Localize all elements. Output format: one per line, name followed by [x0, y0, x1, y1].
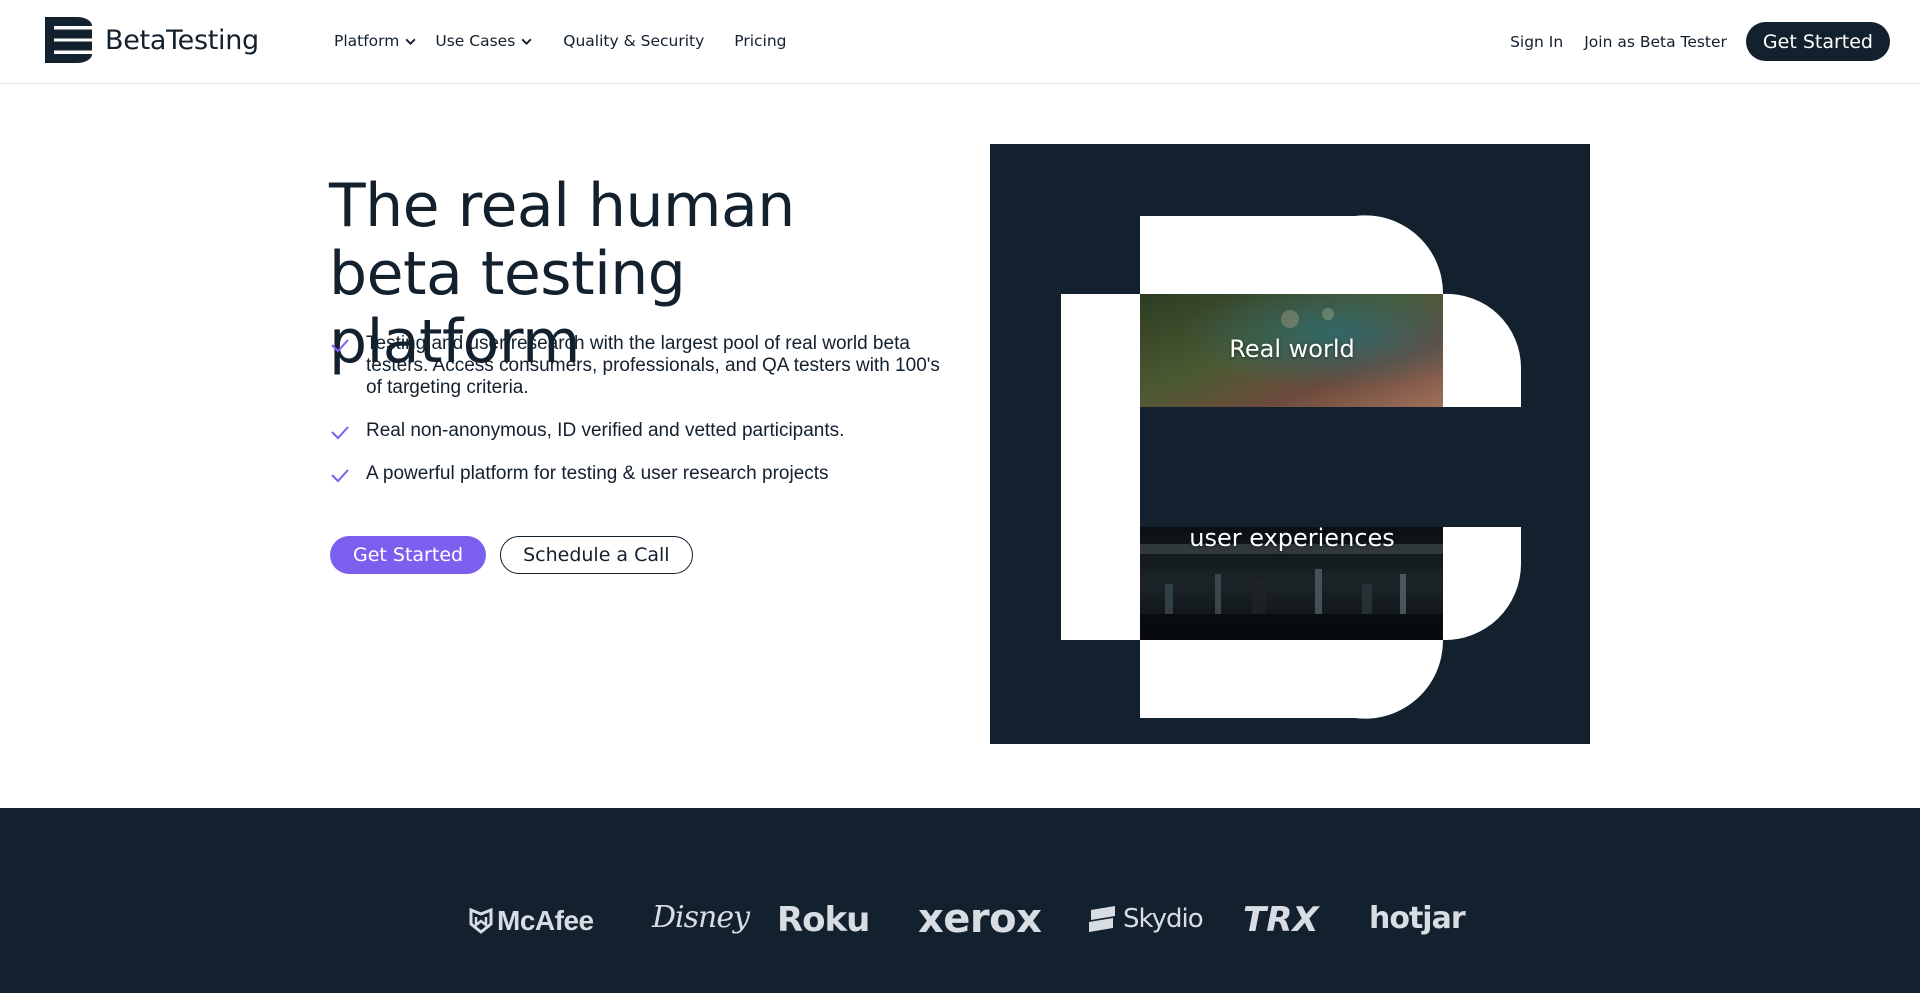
betatesting-logo-icon: [45, 17, 92, 63]
hero-get-started-button[interactable]: Get Started: [330, 536, 487, 574]
disney-logo: Disney: [652, 900, 750, 935]
hero-graphic: Real world user experiences: [990, 144, 1590, 744]
feature-item: Real non-anonymous, ID verified and vett…: [329, 420, 949, 442]
nav-platform-label: Platform: [334, 32, 400, 50]
join-beta-tester-link[interactable]: Join as Beta Tester: [1584, 33, 1727, 51]
nav-use-cases-label: Use Cases: [435, 32, 516, 50]
brand-logo[interactable]: BetaTesting: [45, 17, 259, 63]
roku-logo: Roku: [777, 900, 870, 940]
shape-upper-left: [1061, 294, 1140, 407]
nav-platform[interactable]: Platform: [334, 32, 417, 50]
chevron-down-icon: [521, 38, 532, 45]
nav-quality-security[interactable]: Quality & Security: [563, 32, 704, 50]
customer-logos-band: McAfee Disney Roku xerox Skydio TRX hotj…: [0, 808, 1920, 993]
feature-text: Real non-anonymous, ID verified and vett…: [366, 420, 845, 441]
hotjar-logo: hotjar: [1369, 901, 1466, 936]
shape-bottom-bar: [1140, 640, 1444, 719]
chevron-down-icon: [405, 38, 416, 45]
shape-top-bar: [1140, 215, 1444, 294]
feature-text: A powerful platform for testing & user r…: [366, 463, 829, 484]
check-icon: [331, 469, 349, 483]
feature-list: Testing and user research with the large…: [329, 333, 949, 485]
b-shape-graphic: [1061, 215, 1521, 719]
schedule-call-button[interactable]: Schedule a Call: [500, 536, 693, 574]
shape-upper-right-lobe: [1443, 293, 1521, 407]
main-nav: Platform Use Cases Quality & Security Pr…: [334, 32, 787, 50]
feature-text: Testing and user research with the large…: [366, 333, 940, 398]
hero-cta-row: Get Started Schedule a Call: [330, 536, 693, 574]
mcafee-logo-text: McAfee: [497, 905, 594, 936]
graphic-label-real-world: Real world: [1229, 335, 1355, 363]
header-get-started-button[interactable]: Get Started: [1745, 22, 1890, 61]
shape-middle-left: [1061, 407, 1140, 527]
feature-item: Testing and user research with the large…: [329, 333, 949, 399]
check-icon: [331, 426, 349, 440]
mcafee-logo: McAfee: [469, 905, 594, 937]
nav-pricing-label: Pricing: [734, 32, 787, 50]
nav-use-cases[interactable]: Use Cases: [435, 32, 533, 50]
nav-quality-security-label: Quality & Security: [563, 32, 705, 50]
site-header: BetaTesting Platform Use Cases Quality &…: [0, 0, 1920, 84]
brand-name: BetaTesting: [105, 24, 259, 56]
sign-in-link[interactable]: Sign In: [1510, 33, 1563, 51]
graphic-label-user-experiences: user experiences: [1189, 524, 1395, 552]
check-icon: [331, 339, 349, 353]
shape-lower-left: [1061, 527, 1140, 640]
xerox-logo: xerox: [918, 896, 1042, 942]
nav-pricing[interactable]: Pricing: [734, 32, 786, 50]
skydio-logo: Skydio: [1087, 904, 1204, 934]
header-actions: Sign In Join as Beta Tester Get Started: [1510, 22, 1890, 61]
mcafee-shield-icon: [469, 908, 493, 934]
skydio-mark-icon: [1089, 906, 1115, 932]
feature-item: A powerful platform for testing & user r…: [329, 463, 949, 485]
trx-logo: TRX: [1243, 900, 1319, 940]
skydio-logo-text: Skydio: [1123, 904, 1204, 934]
shape-lower-right-lobe: [1443, 527, 1521, 641]
